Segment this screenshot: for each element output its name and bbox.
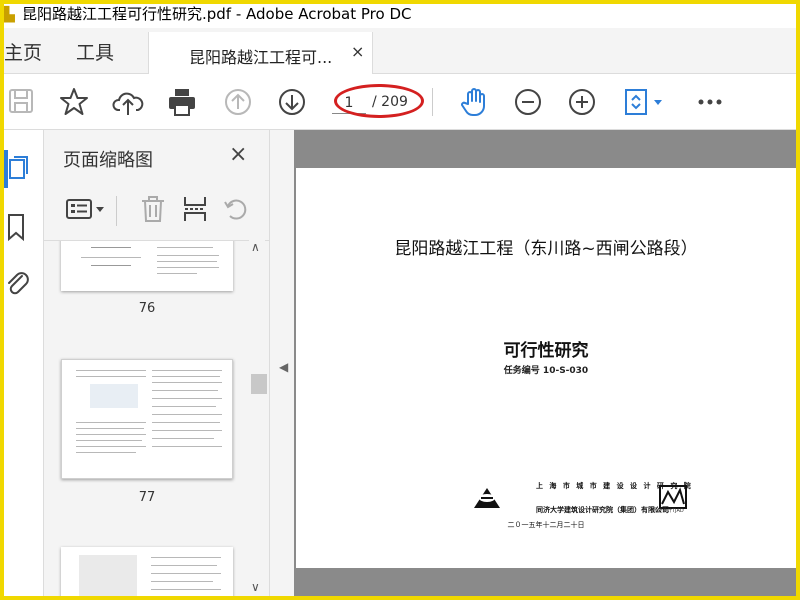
thumbnail-page[interactable] [61,547,233,596]
panel-toolbar-separator [116,196,117,226]
acrobat-window: ▙ 昆阳路越江工程可行性研究.pdf - Adobe Acrobat Pro D… [4,4,796,596]
prev-page-icon[interactable] [222,86,254,118]
upload-cloud-icon[interactable] [112,86,144,118]
scroll-down-icon[interactable]: ∨ [251,580,260,594]
organization-name-2: 同济大学建筑设计研究院（集团）有限公司 [536,506,669,514]
close-panel-icon[interactable]: × [229,142,247,167]
tab-document[interactable]: 昆阳路越江工程可... × [148,32,373,75]
title-bar: ▙ 昆阳路越江工程可行性研究.pdf - Adobe Acrobat Pro D… [4,4,796,28]
tab-document-label: 昆阳路越江工程可... [189,48,333,67]
document-date: 二０一五年十二月二十日 [507,521,585,529]
toolbar-separator [432,88,433,116]
close-tab-icon[interactable]: × [351,42,364,61]
thumbnail-label: 76 [138,301,156,316]
thumbnail-label: 77 [138,490,156,505]
thumbnail-figure [90,384,138,408]
insert-page-icon[interactable] [180,194,210,224]
next-page-icon[interactable] [276,86,308,118]
zoom-out-icon[interactable] [512,86,544,118]
navigation-rail [4,130,44,596]
tab-bar: 主页 工具 昆阳路越江工程可... × [4,28,796,75]
bookmark-star-icon[interactable] [58,86,90,118]
panel-title: 页面缩略图 [63,150,153,171]
thumbnail-list: 76 77 [44,240,270,596]
document-subtitle: 可行性研究 [503,341,589,361]
zoom-in-icon[interactable] [566,86,598,118]
page-thumbnails-panel: 页面缩略图 × 76 77 ∧ ∨ [44,130,270,596]
thumbnail-page[interactable] [61,359,233,479]
tab-home[interactable]: 主页 [4,38,42,65]
document-page: 昆阳路越江工程（东川路~西闸公路段） 可行性研究 任务编号 10-S-030 上… [296,168,796,568]
scrollbar-thumb[interactable] [251,374,267,394]
panel-toolbar [44,182,270,238]
acrobat-app-icon: ▙ [4,7,15,23]
document-view: 昆阳路越江工程（东川路~西闸公路段） 可行性研究 任务编号 10-S-030 上… [294,130,796,596]
scroll-up-icon[interactable]: ∧ [251,240,260,254]
institute-logo-icon [472,486,502,510]
pages-icon[interactable] [4,154,32,184]
hand-tool-icon[interactable] [458,86,490,118]
page-number-highlight [334,84,424,118]
panel-collapse-handle[interactable]: ◀ [270,130,294,596]
rotate-page-icon[interactable] [222,194,252,224]
collapse-arrow-icon[interactable]: ◀ [279,360,288,374]
thumbnail-options-icon[interactable] [64,194,110,224]
attachment-icon[interactable] [4,268,32,298]
bookmark-icon[interactable] [4,212,32,242]
thumbnail-scrollbar[interactable]: ∧ ∨ [249,240,267,596]
document-title: 昆阳路越江工程（东川路~西闸公路段） [394,239,698,259]
print-icon[interactable] [166,86,198,118]
thumbnail-page[interactable] [61,241,233,291]
more-icon[interactable] [694,86,726,118]
document-task-number: 任务编号 10-S-030 [503,366,589,376]
fit-page-icon[interactable] [622,86,670,118]
tab-tools[interactable]: 工具 [76,38,114,65]
window-title: 昆阳路越江工程可行性研究.pdf - Adobe Acrobat Pro DC [22,5,412,23]
delete-page-icon[interactable] [138,194,168,224]
tjad-logo-caption: 同济设计TJAD [652,508,684,514]
save-icon[interactable] [6,86,38,118]
thumbnail-figure [79,555,137,596]
